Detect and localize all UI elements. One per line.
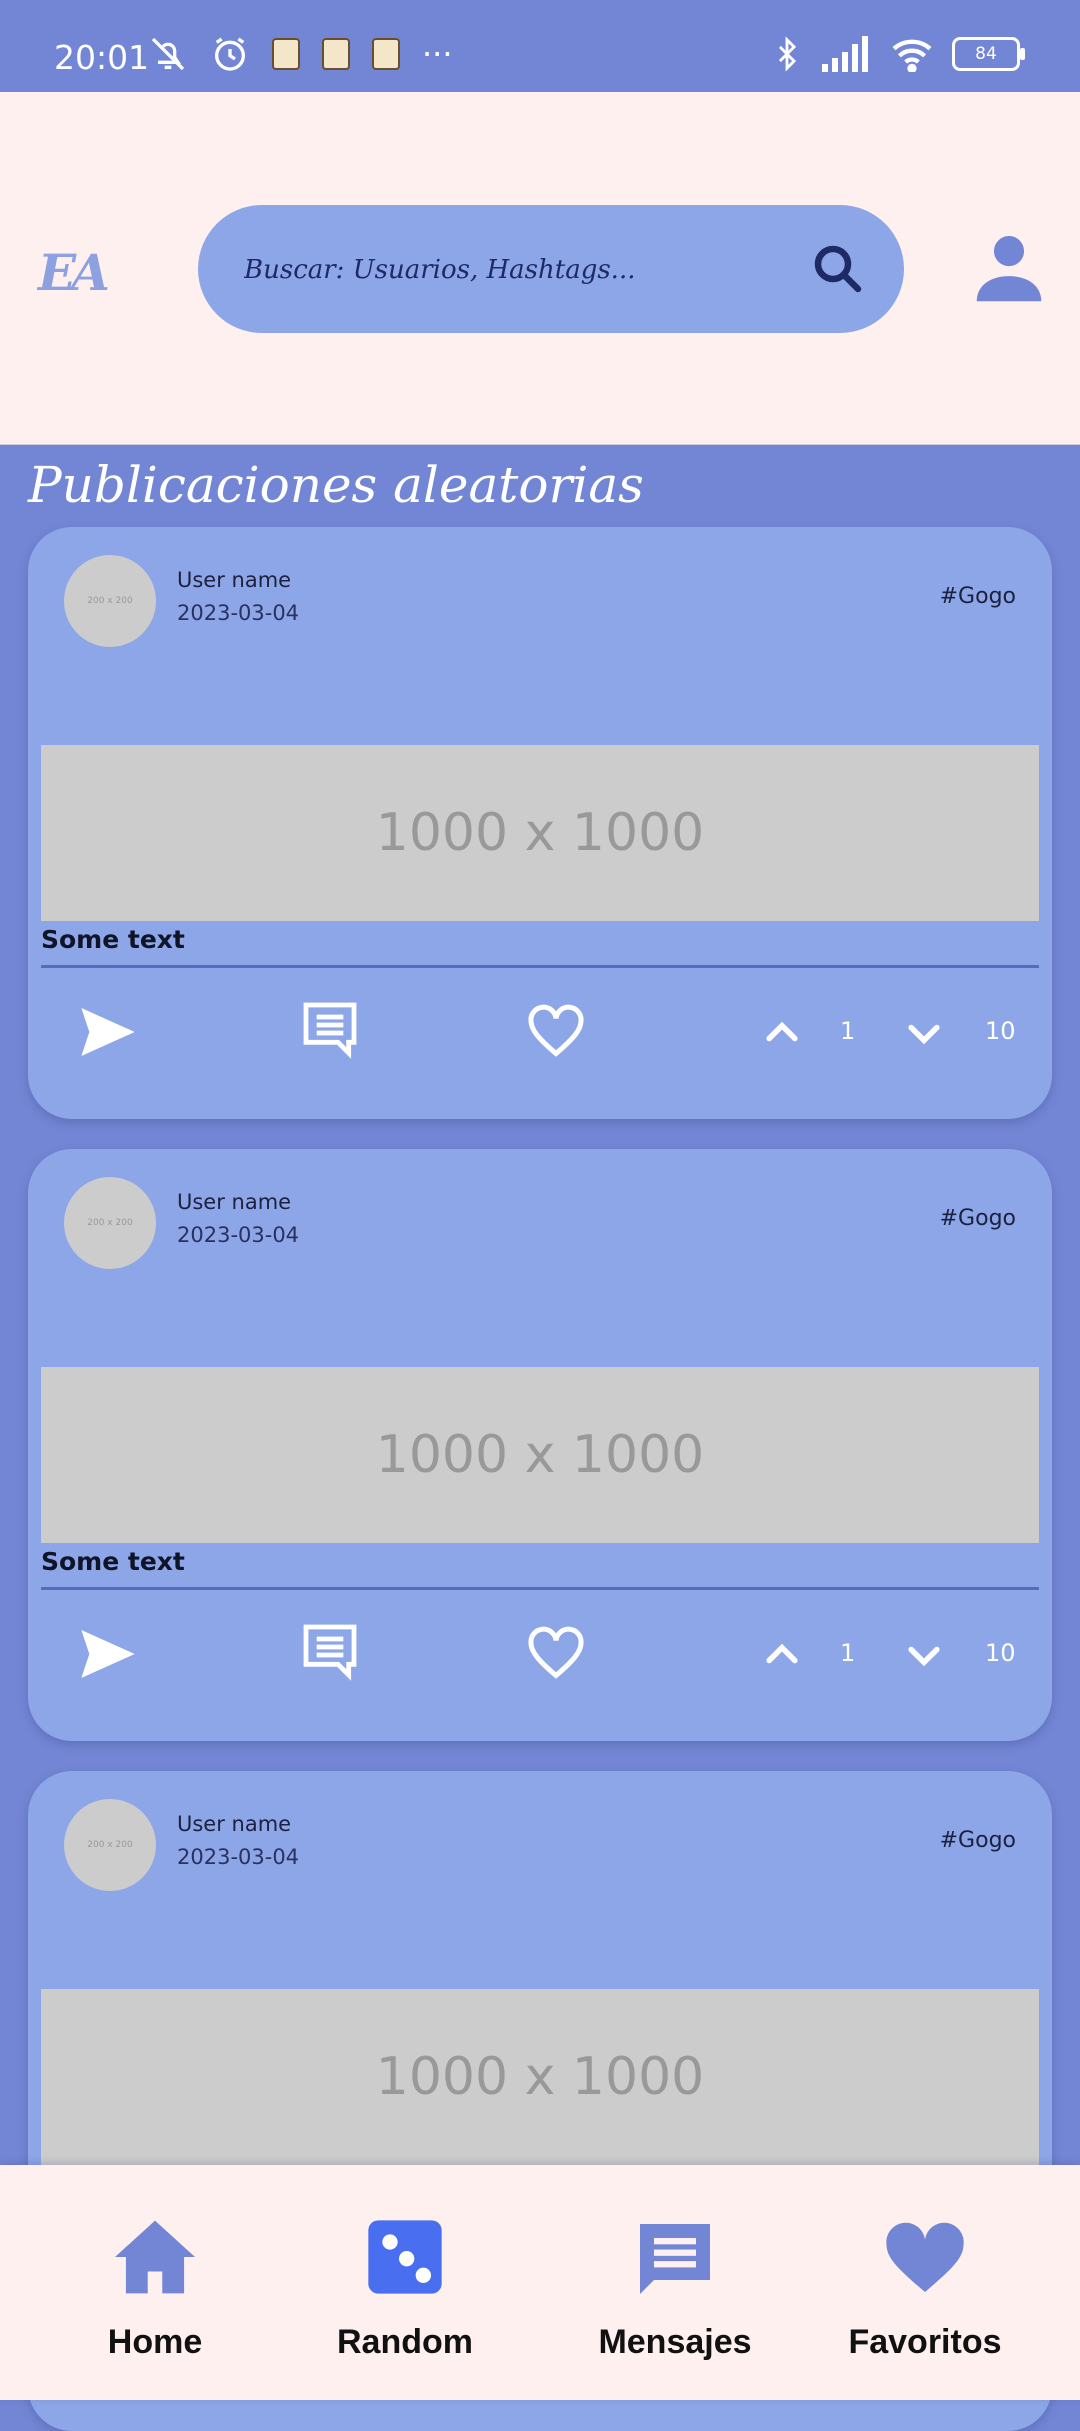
upvote-button[interactable]	[758, 1631, 806, 1679]
avatar[interactable]: 200 x 200	[64, 555, 156, 647]
nav-random-label: Random	[337, 2323, 473, 2361]
share-button[interactable]	[76, 1622, 140, 1686]
alarm-icon	[215, 37, 245, 71]
post-image[interactable]: 1000 x 1000	[41, 1367, 1039, 1543]
post-divider	[41, 965, 1039, 968]
account-button[interactable]	[966, 226, 1052, 312]
dice-icon	[368, 2220, 442, 2294]
search-bar[interactable]	[198, 205, 904, 333]
status-right-icons: 84	[770, 34, 1025, 74]
post-text: Some text	[41, 1547, 185, 1576]
post-image[interactable]: 1000 x 1000	[41, 745, 1039, 921]
chevron-down-icon	[908, 1024, 940, 1045]
more-notifications-icon: ···	[422, 35, 453, 73]
comment-icon	[303, 1624, 357, 1681]
nav-random[interactable]: Random	[305, 2165, 505, 2400]
vote-count: 1	[840, 1639, 856, 1667]
post-image-placeholder: 1000 x 1000	[375, 2047, 705, 2107]
search-input[interactable]	[242, 239, 786, 301]
notifications-off-icon	[151, 37, 185, 71]
downvote-button[interactable]	[900, 1009, 948, 1057]
post-date: 2023-03-04	[177, 601, 300, 625]
home-icon	[115, 2220, 195, 2294]
post-username[interactable]: User name	[177, 1812, 291, 1836]
avatar-placeholder: 200 x 200	[87, 596, 133, 606]
post-date: 2023-03-04	[177, 1223, 300, 1247]
like-button[interactable]	[524, 1621, 588, 1685]
battery-level: 84	[975, 44, 997, 64]
status-time: 20:01	[54, 38, 150, 77]
post-hashtag[interactable]: #Gogo	[940, 1206, 1016, 1231]
view-count: 10	[985, 1639, 1016, 1667]
vote-count: 1	[840, 1017, 856, 1045]
post-divider	[41, 1587, 1039, 1590]
post-date: 2023-03-04	[177, 1845, 300, 1869]
bluetooth-icon	[778, 36, 797, 72]
signal-icon	[822, 36, 868, 72]
avatar-placeholder: 200 x 200	[87, 1840, 133, 1850]
heart-icon	[886, 2222, 964, 2292]
nav-messages-label: Mensajes	[598, 2323, 752, 2361]
post-hashtag[interactable]: #Gogo	[940, 584, 1016, 609]
chevron-down-icon	[908, 1646, 940, 1667]
avatar-placeholder: 200 x 200	[87, 1218, 133, 1228]
nav-home[interactable]: Home	[55, 2165, 255, 2400]
comment-button[interactable]	[298, 997, 362, 1061]
app-notification-icon	[272, 38, 300, 70]
post-card: 200 x 200 User name 2023-03-04 #Gogo 100…	[28, 527, 1052, 1119]
post-username[interactable]: User name	[177, 1190, 291, 1214]
search-icon	[814, 245, 862, 293]
avatar[interactable]: 200 x 200	[64, 1177, 156, 1269]
battery-icon: 84	[952, 37, 1025, 71]
downvote-button[interactable]	[900, 1631, 948, 1679]
heart-outline-icon	[528, 1004, 584, 1057]
app-notification-icon	[372, 38, 400, 70]
bottom-navigation: Home Random Mensajes Favoritos	[0, 2165, 1080, 2400]
chevron-up-icon	[766, 1021, 798, 1042]
nav-messages[interactable]: Mensajes	[575, 2165, 775, 2400]
status-bar: 20:01 ··· 84	[0, 0, 1080, 92]
post-image-placeholder: 1000 x 1000	[375, 1425, 705, 1485]
heart-outline-icon	[528, 1626, 584, 1679]
status-left-icons: ···	[148, 34, 453, 74]
send-icon	[81, 1630, 135, 1678]
view-count: 10	[985, 1017, 1016, 1045]
chevron-up-icon	[766, 1643, 798, 1664]
like-button[interactable]	[524, 999, 588, 1063]
upvote-button[interactable]	[758, 1009, 806, 1057]
comment-button[interactable]	[298, 1619, 362, 1683]
message-icon	[640, 2224, 710, 2294]
post-image-placeholder: 1000 x 1000	[375, 803, 705, 863]
nav-home-label: Home	[107, 2323, 203, 2361]
avatar[interactable]: 200 x 200	[64, 1799, 156, 1891]
app-logo[interactable]: EA	[38, 243, 110, 302]
search-button[interactable]	[808, 239, 868, 299]
nav-favorites[interactable]: Favoritos	[825, 2165, 1025, 2400]
post-card: 200 x 200 User name 2023-03-04 #Gogo 100…	[28, 1149, 1052, 1741]
share-button[interactable]	[76, 1000, 140, 1064]
post-username[interactable]: User name	[177, 568, 291, 592]
post-image[interactable]: 1000 x 1000	[41, 1989, 1039, 2165]
send-icon	[81, 1008, 135, 1056]
wifi-icon	[892, 39, 932, 72]
post-text: Some text	[41, 925, 185, 954]
post-hashtag[interactable]: #Gogo	[940, 1828, 1016, 1853]
nav-favorites-label: Favoritos	[848, 2323, 1002, 2361]
feed-title: Publicaciones aleatorias	[28, 456, 644, 514]
app-notification-icon	[322, 38, 350, 70]
account-icon	[976, 236, 1042, 302]
comment-icon	[303, 1002, 357, 1059]
